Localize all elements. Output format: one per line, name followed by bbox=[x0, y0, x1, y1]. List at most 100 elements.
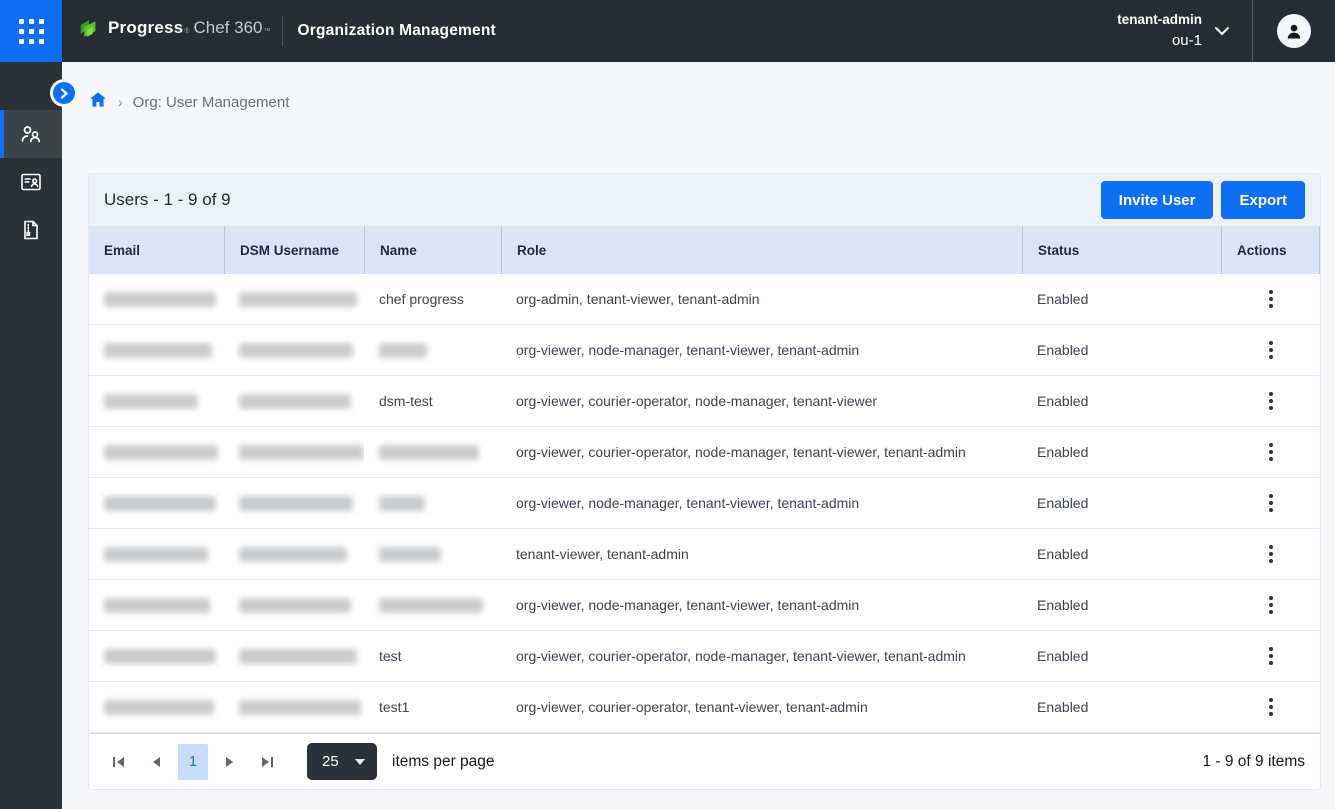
redacted-name bbox=[379, 343, 427, 358]
cell-email bbox=[89, 682, 224, 732]
caret-down-icon bbox=[355, 759, 365, 765]
export-button[interactable]: Export bbox=[1221, 181, 1305, 219]
row-actions-menu-button[interactable] bbox=[1259, 641, 1283, 671]
redacted-username bbox=[239, 649, 357, 664]
tenant-org-label: ou-1 bbox=[1117, 30, 1202, 53]
next-page-button[interactable] bbox=[215, 745, 245, 779]
chevron-down-icon[interactable] bbox=[1214, 26, 1230, 36]
table-row: dsm-test org-viewer, courier-operator, n… bbox=[89, 376, 1320, 427]
user-name: dsm-test bbox=[379, 393, 433, 409]
items-per-page-label: items per page bbox=[392, 753, 495, 771]
redacted-email bbox=[104, 343, 212, 358]
table-row: org-viewer, node-manager, tenant-viewer,… bbox=[89, 325, 1320, 376]
row-actions-menu-button[interactable] bbox=[1259, 437, 1283, 467]
redacted-email bbox=[104, 700, 214, 715]
tenant-switcher[interactable]: tenant-admin ou-1 bbox=[1117, 10, 1202, 53]
previous-page-button[interactable] bbox=[141, 745, 171, 779]
cell-dsm-username bbox=[224, 580, 364, 630]
user-name: chef progress bbox=[379, 291, 464, 307]
cell-actions bbox=[1221, 631, 1320, 681]
column-header-name[interactable]: Name bbox=[364, 226, 501, 274]
app-launcher-button[interactable] bbox=[0, 0, 62, 62]
cell-role: org-viewer, node-manager, tenant-viewer,… bbox=[501, 325, 1022, 375]
row-actions-menu-button[interactable] bbox=[1259, 284, 1283, 314]
row-actions-menu-button[interactable] bbox=[1259, 386, 1283, 416]
table-body: chef progress org-admin, tenant-viewer, … bbox=[89, 274, 1320, 733]
cell-email bbox=[89, 580, 224, 630]
row-actions-menu-button[interactable] bbox=[1259, 590, 1283, 620]
cell-status: Enabled bbox=[1022, 325, 1221, 375]
sidebar-item-users[interactable] bbox=[0, 110, 62, 158]
home-icon[interactable] bbox=[88, 90, 108, 114]
tenant-role-label: tenant-admin bbox=[1117, 10, 1202, 30]
brand-tm-mark: ™ bbox=[263, 28, 270, 35]
cell-name: test1 bbox=[364, 682, 501, 732]
cell-name bbox=[364, 478, 501, 528]
redacted-name bbox=[379, 496, 425, 511]
cell-email bbox=[89, 478, 224, 528]
redacted-username bbox=[239, 445, 364, 460]
user-name: test bbox=[379, 648, 402, 664]
brand-reg-mark: ® bbox=[184, 28, 189, 35]
progress-logo-icon bbox=[78, 18, 100, 45]
redacted-username bbox=[239, 343, 353, 358]
cell-role: org-viewer, courier-operator, node-manag… bbox=[501, 376, 1022, 426]
cell-actions bbox=[1221, 529, 1320, 579]
cell-name: test bbox=[364, 631, 501, 681]
redacted-name bbox=[379, 547, 441, 562]
table-row: tenant-viewer, tenant-admin Enabled bbox=[89, 529, 1320, 580]
cell-actions bbox=[1221, 325, 1320, 375]
cell-status: Enabled bbox=[1022, 376, 1221, 426]
table-row: test1 org-viewer, courier-operator, tena… bbox=[89, 682, 1320, 733]
invite-user-button[interactable]: Invite User bbox=[1101, 181, 1214, 219]
brand-name: Progress bbox=[108, 18, 183, 38]
cell-status: Enabled bbox=[1022, 580, 1221, 630]
cell-email bbox=[89, 325, 224, 375]
redacted-username bbox=[239, 598, 351, 613]
row-actions-menu-button[interactable] bbox=[1259, 488, 1283, 518]
current-page-button[interactable]: 1 bbox=[178, 744, 208, 780]
brand-product: Chef 360 bbox=[193, 18, 262, 38]
sidebar-item-documents[interactable] bbox=[0, 206, 62, 254]
column-header-email[interactable]: Email bbox=[89, 226, 224, 274]
user-avatar-button[interactable] bbox=[1277, 14, 1311, 48]
card-title: Users - 1 - 9 of 9 bbox=[104, 190, 231, 210]
redacted-email bbox=[104, 445, 218, 460]
cell-role: tenant-viewer, tenant-admin bbox=[501, 529, 1022, 579]
cell-dsm-username bbox=[224, 325, 364, 375]
page-size-value: 25 bbox=[322, 753, 339, 770]
kebab-menu-icon bbox=[1269, 392, 1273, 396]
cell-dsm-username bbox=[224, 478, 364, 528]
table-row: org-viewer, courier-operator, node-manag… bbox=[89, 427, 1320, 478]
kebab-menu-icon bbox=[1269, 647, 1273, 651]
cell-status: Enabled bbox=[1022, 631, 1221, 681]
cell-dsm-username bbox=[224, 427, 364, 477]
redacted-name bbox=[379, 445, 479, 460]
row-actions-menu-button[interactable] bbox=[1259, 692, 1283, 722]
redacted-email bbox=[104, 547, 208, 562]
cell-status: Enabled bbox=[1022, 529, 1221, 579]
app-grid-icon bbox=[19, 19, 44, 44]
cell-role: org-viewer, node-manager, tenant-viewer,… bbox=[501, 580, 1022, 630]
table-row: org-viewer, node-manager, tenant-viewer,… bbox=[89, 580, 1320, 631]
cell-dsm-username bbox=[224, 274, 364, 324]
cell-role: org-viewer, node-manager, tenant-viewer,… bbox=[501, 478, 1022, 528]
cell-dsm-username bbox=[224, 631, 364, 681]
column-header-dsm-username[interactable]: DSM Username bbox=[224, 226, 364, 274]
last-page-button[interactable] bbox=[252, 745, 282, 779]
cell-name: dsm-test bbox=[364, 376, 501, 426]
kebab-menu-icon bbox=[1269, 545, 1273, 549]
cell-role: org-viewer, courier-operator, tenant-vie… bbox=[501, 682, 1022, 732]
page-size-select[interactable]: 25 bbox=[307, 743, 377, 780]
cell-email bbox=[89, 376, 224, 426]
column-header-role[interactable]: Role bbox=[501, 226, 1022, 274]
sidebar-item-contact-card[interactable] bbox=[0, 158, 62, 206]
sidebar-expand-button[interactable] bbox=[53, 82, 75, 104]
kebab-menu-icon bbox=[1269, 341, 1273, 345]
users-card: Users - 1 - 9 of 9 Invite User Export Em… bbox=[88, 173, 1321, 790]
cell-actions bbox=[1221, 427, 1320, 477]
row-actions-menu-button[interactable] bbox=[1259, 539, 1283, 569]
column-header-status[interactable]: Status bbox=[1022, 226, 1221, 274]
row-actions-menu-button[interactable] bbox=[1259, 335, 1283, 365]
first-page-button[interactable] bbox=[104, 745, 134, 779]
